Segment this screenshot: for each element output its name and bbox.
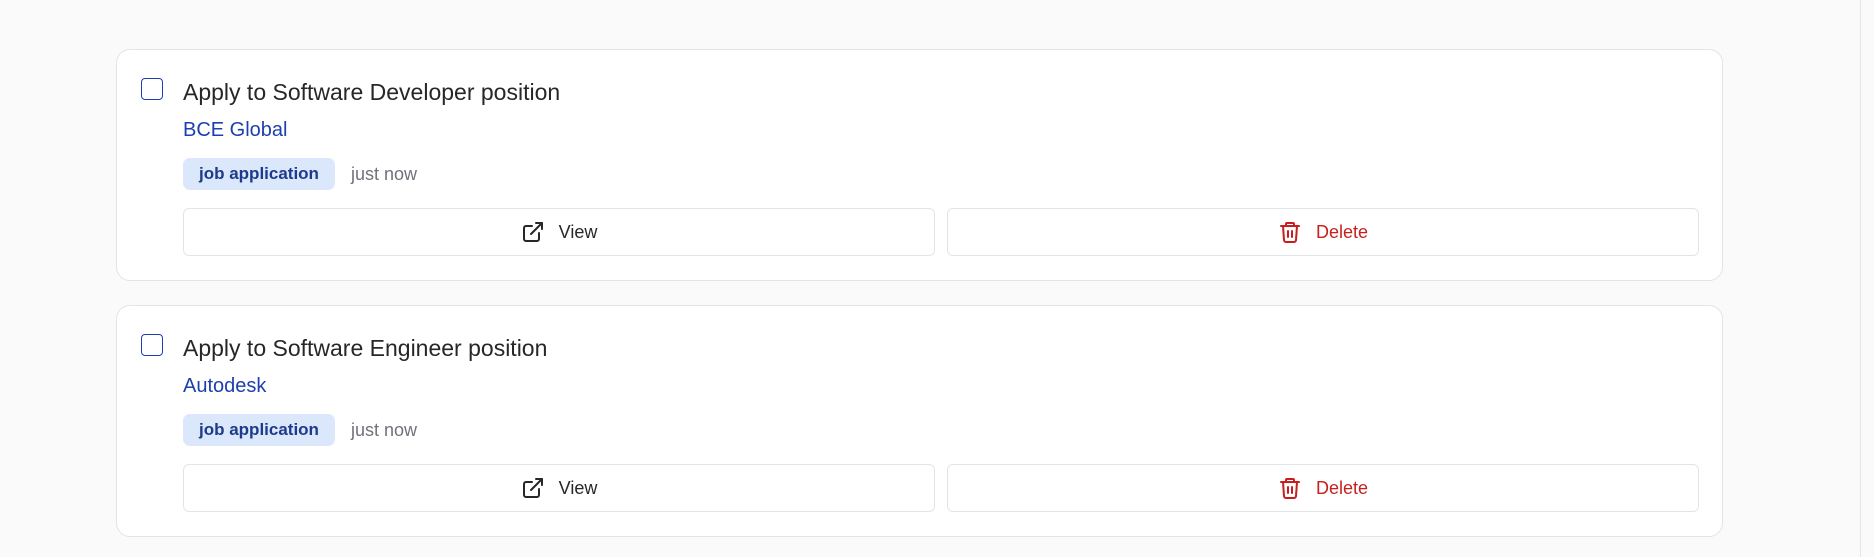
task-card: Apply to Software Engineer position Auto… [116,305,1723,537]
timestamp: just now [351,164,418,184]
delete-button-label: Delete [1315,477,1369,498]
scrollbar[interactable] [1860,0,1874,557]
external-link-icon [521,476,545,500]
delete-button[interactable]: Delete [947,464,1699,512]
view-button[interactable]: View [183,464,935,512]
task-checkbox[interactable] [141,78,163,100]
view-button-label: View [558,477,598,498]
timestamp: just now [351,420,418,440]
trash-icon [1278,220,1302,244]
company-link[interactable]: BCE Global [183,117,288,143]
category-badge: job application [183,414,335,446]
trash-icon [1278,476,1302,500]
task-title: Apply to Software Engineer position [183,335,548,361]
view-button-label: View [558,221,598,242]
delete-button-label: Delete [1315,221,1369,242]
page: Apply to Software Developer position BCE… [0,0,1874,557]
task-card: Apply to Software Developer position BCE… [116,49,1723,281]
company-link[interactable]: Autodesk [183,373,266,399]
view-button[interactable]: View [183,208,935,256]
external-link-icon [521,220,545,244]
task-checkbox[interactable] [141,334,163,356]
category-badge: job application [183,158,335,190]
delete-button[interactable]: Delete [947,208,1699,256]
task-title: Apply to Software Developer position [183,79,561,105]
